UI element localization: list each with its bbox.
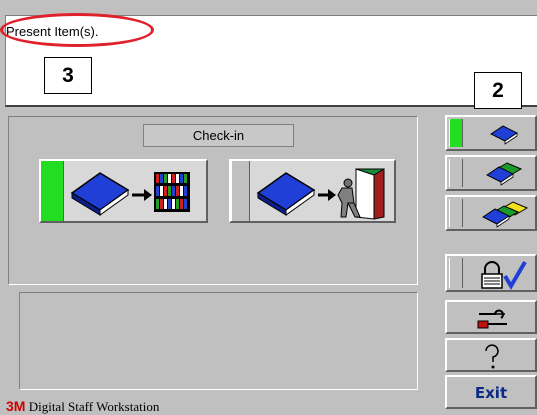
sidebar-item-three-books[interactable] — [445, 195, 537, 231]
sidebar-item-tools[interactable] — [445, 300, 537, 334]
sidebar-indicator — [449, 199, 463, 227]
mode-label: Check-in — [143, 124, 294, 147]
sidebar-indicator — [449, 258, 463, 288]
marker-2: 2 — [474, 72, 522, 109]
sidebar-item-two-books[interactable] — [445, 155, 537, 191]
single-book-icon — [490, 125, 518, 145]
info-panel — [19, 292, 418, 390]
tools-icon — [477, 309, 507, 329]
sidebar-item-lock[interactable] — [445, 254, 537, 292]
brand: 3M Digital Staff Workstation — [6, 398, 159, 415]
sidebar-item-help[interactable] — [445, 338, 537, 372]
exit-button[interactable]: Exit — [445, 375, 537, 409]
checkin-indicator — [41, 161, 64, 221]
exit-label: Exit — [474, 384, 508, 402]
marker-3: 3 — [44, 57, 92, 94]
sidebar-item-single-book[interactable] — [445, 115, 537, 151]
three-books-icon — [482, 201, 529, 228]
sidebar-indicator — [449, 119, 463, 147]
book-to-shelf-icon — [70, 172, 190, 216]
brand-logo: 3M — [6, 398, 26, 414]
sidebar-indicator — [449, 159, 463, 187]
book-to-door-icon — [256, 168, 385, 220]
two-books-icon — [486, 162, 523, 186]
brand-name: Digital Staff Workstation — [28, 399, 160, 414]
question-icon — [485, 344, 499, 369]
highlight-ellipse — [0, 13, 154, 47]
checkout-exit-indicator — [231, 161, 250, 221]
lock-check-icon — [481, 260, 527, 290]
